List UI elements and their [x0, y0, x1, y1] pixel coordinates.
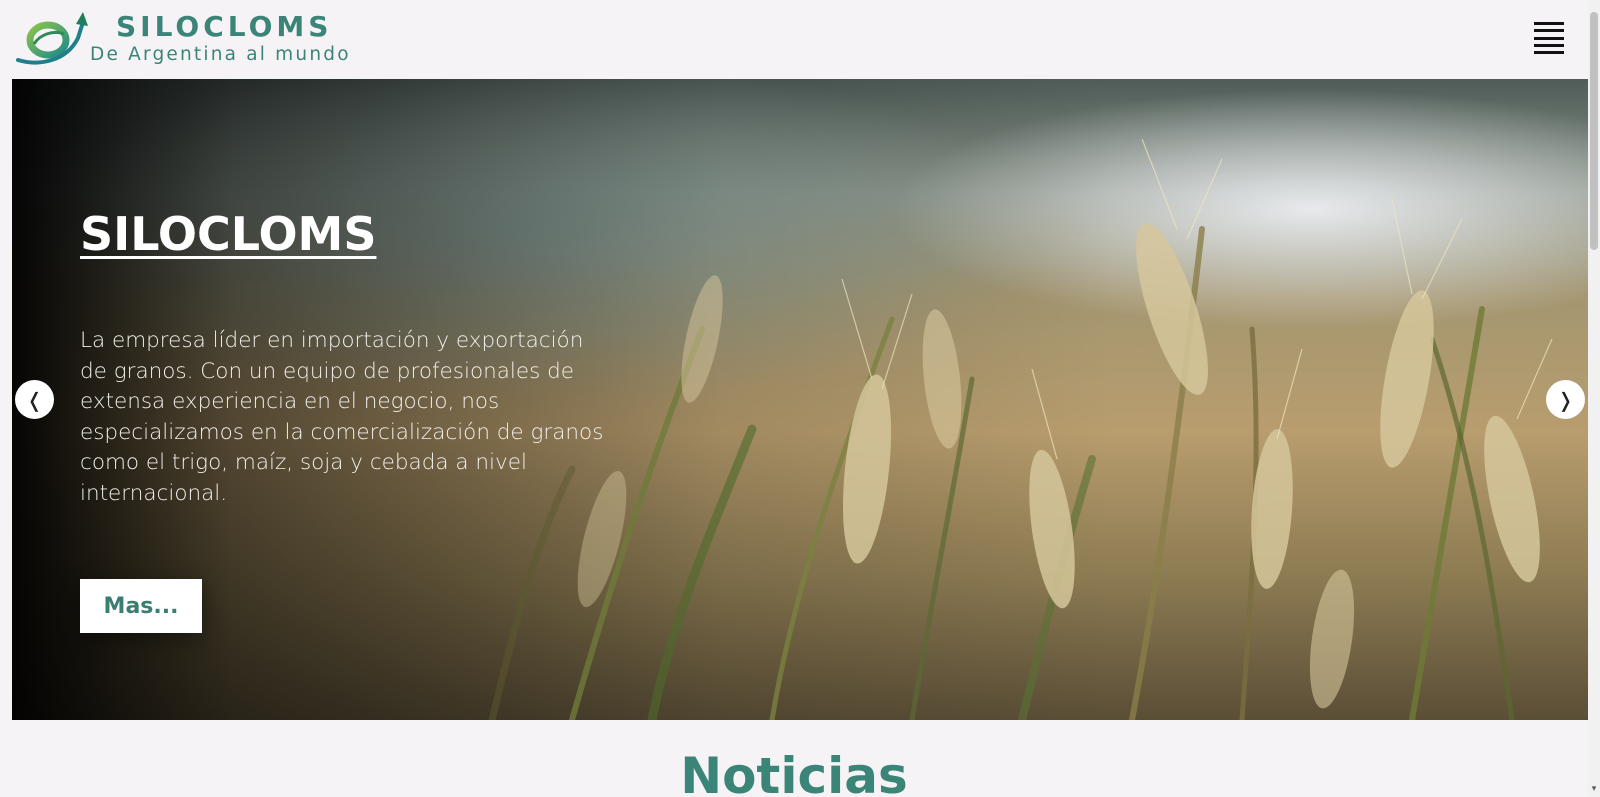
chevron-right-icon: ❭ — [1557, 387, 1574, 412]
menu-bar — [1534, 29, 1564, 33]
menu-bar — [1534, 51, 1564, 54]
more-button[interactable]: Mas... — [80, 579, 202, 633]
hero-title: SILOCLOMS — [80, 207, 377, 261]
news-section-title: Noticias — [680, 747, 908, 797]
logo[interactable]: SILOCLOMS De Argentina al mundo — [14, 4, 374, 68]
vertical-scrollbar[interactable]: ▾ — [1588, 0, 1600, 797]
logo-swoosh-icon — [16, 12, 88, 65]
hamburger-menu-icon[interactable] — [1534, 22, 1564, 54]
chevron-left-icon: ❬ — [26, 387, 43, 412]
carousel-prev-button[interactable]: ❬ — [15, 380, 54, 419]
menu-bar — [1534, 22, 1564, 25]
hero-description: La empresa líder en importación y export… — [80, 328, 604, 506]
brand-tagline: De Argentina al mundo — [90, 44, 351, 65]
brand-name: SILOCLOMS — [116, 10, 333, 43]
scroll-down-arrow-icon[interactable]: ▾ — [1588, 783, 1600, 797]
menu-bar — [1534, 36, 1564, 40]
scrollbar-thumb[interactable] — [1590, 12, 1598, 250]
site-header: SILOCLOMS De Argentina al mundo — [0, 0, 1588, 79]
hero-carousel: SILOCLOMS La empresa líder en importació… — [12, 79, 1588, 720]
menu-bar — [1534, 43, 1564, 47]
page: SILOCLOMS De Argentina al mundo SILOCLOM… — [0, 0, 1600, 797]
carousel-next-button[interactable]: ❭ — [1546, 380, 1585, 419]
